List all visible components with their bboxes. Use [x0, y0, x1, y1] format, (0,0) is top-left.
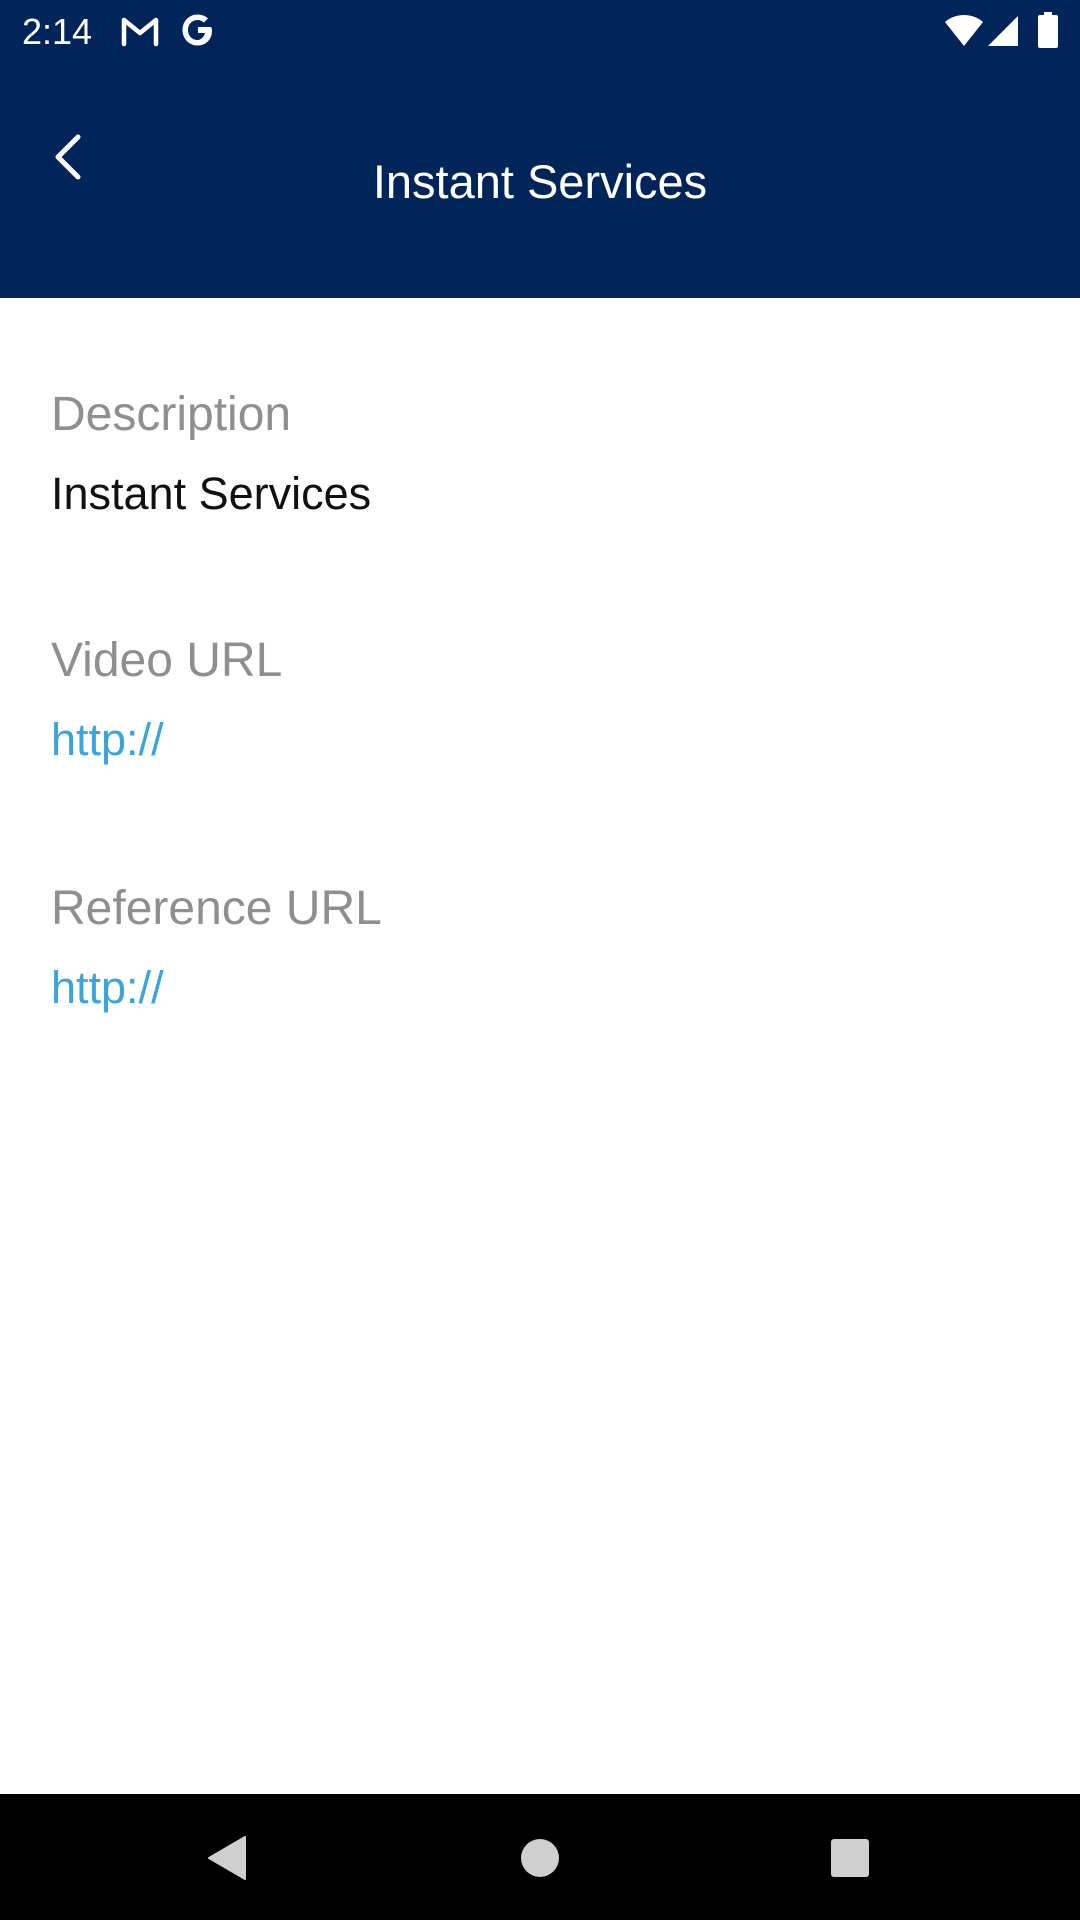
page-title: Instant Services: [372, 155, 708, 208]
nav-home-icon: [521, 1839, 559, 1877]
status-bar: 2:14: [0, 0, 1080, 64]
nav-home-button[interactable]: [500, 1818, 580, 1898]
reference-url-label: Reference URL: [51, 882, 382, 935]
nav-recents-icon: [831, 1839, 869, 1877]
navigation-bar: [0, 1794, 1080, 1920]
description-field: Description Instant Services: [51, 386, 1031, 522]
gmail-icon: [121, 17, 159, 47]
signal-icon: [988, 16, 1018, 46]
video-url-label: Video URL: [51, 634, 283, 687]
screen: 2:14 Instant Services Description Instan…: [0, 0, 1080, 1920]
nav-recents-button[interactable]: [810, 1818, 890, 1898]
google-icon: [182, 14, 212, 46]
nav-back-button[interactable]: [186, 1818, 266, 1898]
status-time: 2:14: [22, 11, 93, 52]
reference-url-field: Reference URL http://: [51, 880, 1031, 1016]
description-label: Description: [51, 388, 292, 441]
reference-url-link[interactable]: http://: [51, 960, 1031, 1016]
video-url-field: Video URL http://: [51, 632, 1031, 768]
nav-back-icon: [208, 1836, 246, 1880]
wifi-icon: [945, 15, 983, 46]
description-value: Instant Services: [51, 468, 372, 519]
video-url-link[interactable]: http://: [51, 712, 1031, 768]
battery-icon: [1038, 12, 1058, 48]
